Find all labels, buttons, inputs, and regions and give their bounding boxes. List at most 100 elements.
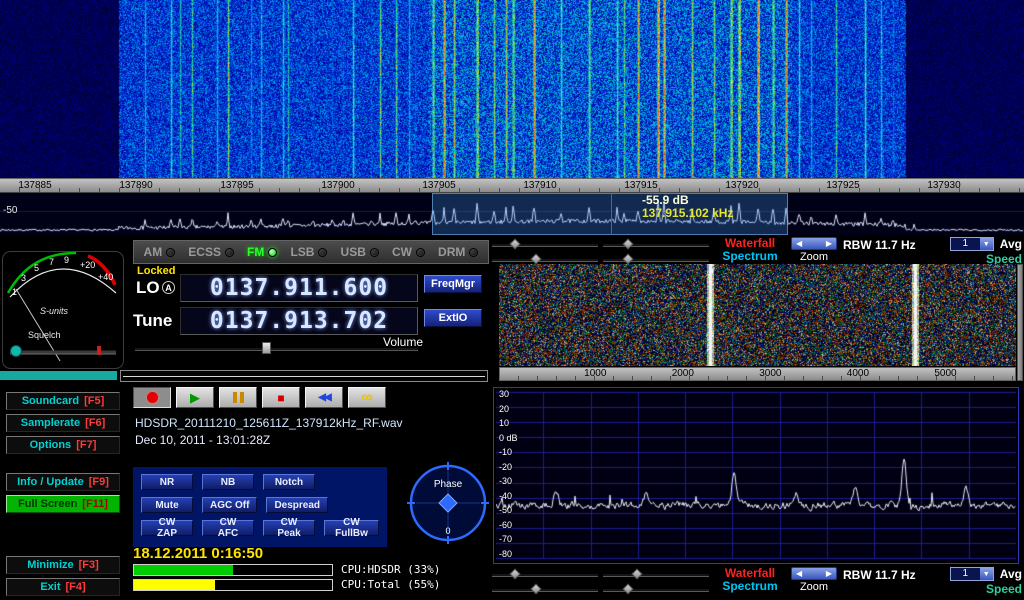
frequency-tick-label: 137905 [409,180,469,191]
zoom-spinner[interactable]: ◀▶ [791,567,837,580]
dsp-button[interactable]: CW AFC [202,520,254,536]
waterfall-lower-slider[interactable] [603,569,709,579]
pause-button[interactable] [219,387,257,408]
slider-thumb[interactable] [509,238,520,249]
main-waterfall-display[interactable] [0,0,1024,178]
smeter-tick: 3 [21,273,26,283]
volume-slider[interactable] [135,342,418,354]
mode-am[interactable]: AM [144,245,176,259]
playback-position-bar[interactable] [120,370,488,382]
mode-usb[interactable]: USB [341,245,379,259]
slider-thumb[interactable] [531,253,542,264]
waterfall-controls-top: Waterfall Spectrum ◀▶ Zoom RBW 11.7 Hz 1… [492,237,1024,266]
rbw-readout: RBW 11.7 Hz [843,237,916,252]
stop-button[interactable]: ■ [262,387,300,408]
dsp-button[interactable]: CW Peak [263,520,315,536]
zoom-tick-label: 5000 [915,368,975,379]
stop-icon: ■ [277,392,284,404]
dropdown-icon[interactable]: ▼ [980,568,993,580]
frequency-tick-label: 137930 [914,180,974,191]
zoom-label: Zoom [791,581,837,593]
freqmgr-button[interactable]: FreqMgr [424,275,482,293]
record-button[interactable] [133,387,171,408]
slider-thumb[interactable] [631,568,642,579]
waterfall-scrollbar[interactable] [1017,264,1023,381]
zoom-label: Zoom [791,251,837,263]
zoom-out-icon[interactable]: ◀ [796,239,802,248]
dsp-button[interactable]: Mute [141,497,193,513]
info-update-button[interactable]: Info / Update[F9] [6,473,120,491]
spectrum-upper-slider[interactable] [492,254,598,264]
dsp-button[interactable]: AGC Off [202,497,257,513]
mode-ecss[interactable]: ECSS [188,245,234,259]
lo-frequency-display[interactable]: 0137.911.600 [180,274,418,302]
lo-label: LO [136,278,160,298]
tune-frequency-display[interactable]: 0137.913.702 [180,307,418,335]
clock-display: 18.12.2011 0:16:50 [133,545,263,562]
spectrum-lower-slider[interactable] [603,254,709,264]
zoom-frequency-scale[interactable]: 10002000300040005000 [499,367,1016,381]
dsp-button[interactable]: Notch [263,474,315,490]
dsp-button[interactable]: CW ZAP [141,520,193,536]
cpu-hdsdr-row: CPU:HDSDR (33%) [133,563,440,576]
dsp-button[interactable]: NR [141,474,193,490]
zoom-tick-label: 1000 [565,368,625,379]
zoom-tick-label: 3000 [740,368,800,379]
wav-filename: HDSDR_20111210_125611Z_137912kHz_RF.wav [135,416,403,430]
spectrum-canvas[interactable] [496,390,1016,561]
dropdown-icon[interactable]: ▼ [980,238,993,250]
cursor-readout: -55.9 dB 137.915.102 kHz [642,194,733,220]
overview-spectrum[interactable]: -50 -55.9 dB 137.915.102 kHz [0,193,1024,235]
pause-icon [233,392,244,403]
extio-button[interactable]: ExtIO [424,309,482,327]
options-button[interactable]: Options[F7] [6,436,120,454]
mode-cw[interactable]: CW [392,245,425,259]
avg-select[interactable]: 1▼ [950,237,994,251]
zoom-in-icon[interactable]: ▶ [826,569,832,578]
dsp-button[interactable]: NB [202,474,254,490]
waterfall-lower-slider[interactable] [603,239,709,249]
vfo-a-badge[interactable]: A [162,281,175,294]
zoom-in-icon[interactable]: ▶ [826,239,832,248]
volume-slider-thumb[interactable] [262,342,271,354]
slider-thumb[interactable] [509,568,520,579]
dsp-button[interactable]: CW FullBw [324,520,379,536]
slider-thumb[interactable] [623,238,634,249]
frequency-tick-label: 137915 [611,180,671,191]
squelch-thumb[interactable] [11,346,22,357]
spectrum-analyzer[interactable]: 3020100 dB-10-20-30-40-50-60-70-80 [493,387,1019,564]
zoom-selection-region[interactable] [432,193,788,235]
s-meter[interactable]: 1 3 5 7 9 +20 +40 S-units Squelch [2,251,124,369]
play-button[interactable]: ▶ [176,387,214,408]
playback-controls: ▶ ■ ◀◀ ∞ [133,387,386,408]
cpu-hdsdr-bar [133,564,333,576]
phase-label: Phase [434,479,463,490]
slider-thumb[interactable] [623,583,634,594]
slider-thumb[interactable] [623,253,634,264]
samplerate-button[interactable]: Samplerate[F6] [6,414,120,432]
mode-lsb[interactable]: LSB [290,245,327,259]
avg-select[interactable]: 1▼ [950,567,994,581]
zoom-spinner[interactable]: ◀▶ [791,237,837,250]
mode-led-icon [225,248,234,257]
spectrum-label: Spectrum [715,250,785,263]
fullscreen-button[interactable]: Full Screen[F11] [6,495,120,513]
spectrum-lower-slider[interactable] [603,584,709,594]
zoom-out-icon[interactable]: ◀ [796,569,802,578]
spectrum-upper-slider[interactable] [492,584,598,594]
frequency-scale-bar[interactable]: 1378851378901378951379001379051379101379… [0,178,1024,193]
loop-button[interactable]: ∞ [348,387,386,408]
minimize-button[interactable]: Minimize[F3] [6,556,120,574]
smeter-tick: 9 [64,255,69,265]
exit-button[interactable]: Exit[F4] [6,578,120,596]
waterfall-upper-slider[interactable] [492,569,598,579]
slider-thumb[interactable] [531,583,542,594]
mode-drm[interactable]: DRM [438,245,478,259]
zoom-waterfall-display[interactable] [499,264,1016,366]
dsp-button[interactable]: Despread [266,497,328,513]
rewind-button[interactable]: ◀◀ [305,387,343,408]
waterfall-upper-slider[interactable] [492,239,598,249]
hdsdr-app: 1378851378901378951379001379051379101379… [0,0,1024,600]
mode-fm[interactable]: FM [247,245,277,259]
soundcard-button[interactable]: Soundcard[F5] [6,392,120,410]
